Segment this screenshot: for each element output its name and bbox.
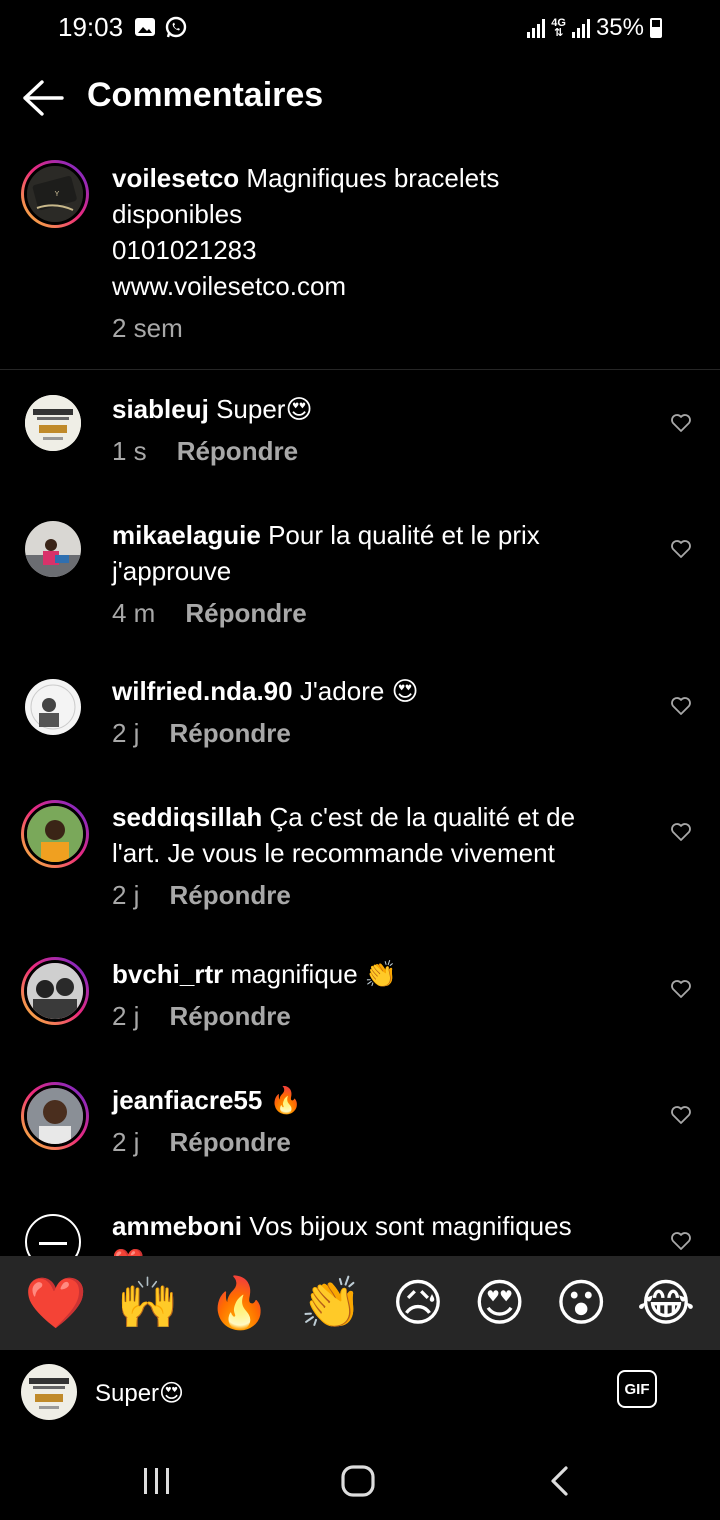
avatar[interactable] (25, 679, 81, 735)
status-notification-icons (134, 16, 187, 38)
comment-clip: ammeboni Vos bijoux sont magnifiques ❤️ (0, 1200, 720, 1256)
heart-icon[interactable] (670, 413, 692, 433)
caption-time: 2 sem (112, 313, 183, 343)
emoji-bar: ❤️ 🙌 🔥 👏 😥 😍 😮 😂 (0, 1256, 720, 1349)
comment-username[interactable]: siableuj (112, 394, 209, 424)
page-title: Commentaires (87, 76, 324, 114)
caption-line: Magnifiques bracelets (246, 163, 500, 193)
comment-time: 1 s (112, 436, 147, 466)
comment: mikaelaguie Pour la qualité et le prix j… (112, 517, 652, 631)
svg-text:Y: Y (55, 191, 60, 198)
battery-icon (650, 18, 662, 38)
arrow-left-icon (23, 80, 64, 116)
status-time: 19:03 (58, 12, 124, 42)
caption-line: disponibles (112, 199, 243, 229)
comment-text-continued: j'approuve (112, 556, 232, 586)
comment-time: 2 j (112, 1001, 140, 1031)
composer-avatar (21, 1364, 77, 1420)
reply-button[interactable]: Répondre (169, 715, 290, 751)
comment-username[interactable]: jeanfiacre55 (112, 1085, 262, 1115)
divider (0, 369, 720, 370)
comment-text: 🔥 (269, 1085, 302, 1115)
emoji-surprised[interactable]: 😮 (555, 1275, 607, 1331)
comment: wilfried.nda.90 J'adore 😍 2 j Répondre (112, 673, 652, 751)
heart-icon[interactable] (670, 979, 692, 999)
comment-time: 4 m (112, 598, 156, 628)
comment-text: Super😍 (216, 394, 313, 424)
whatsapp-icon (164, 16, 187, 38)
heart-icon[interactable] (670, 1231, 692, 1251)
comment-username[interactable]: bvchi_rtr (112, 959, 223, 989)
comment-text: Ça c'est de la qualité et de (269, 802, 576, 832)
battery-percent: 35% (595, 14, 644, 41)
caption-link[interactable]: www.voilesetco.com (112, 268, 672, 304)
comment-text: Vos bijoux sont magnifiques (249, 1211, 572, 1241)
signal-icon-2 (571, 18, 590, 38)
heart-icon[interactable] (670, 1105, 692, 1125)
comment-text-continued: ❤️ (112, 1244, 652, 1256)
comment-input[interactable]: Super😍 (95, 1379, 184, 1408)
caption-block: voilesetco Magnifiques bracelets disponi… (112, 160, 672, 346)
comment: ammeboni Vos bijoux sont magnifiques ❤️ (112, 1208, 652, 1256)
comment-username[interactable]: ammeboni (112, 1211, 242, 1241)
heart-icon[interactable] (670, 696, 692, 716)
network-type: 4G ⇅ (551, 17, 566, 39)
back-nav-icon[interactable] (548, 1465, 572, 1497)
emoji-sad[interactable]: 😥 (392, 1275, 444, 1331)
system-nav-bar (0, 1437, 720, 1520)
comment: bvchi_rtr magnifique 👏 2 j Répondre (112, 956, 652, 1034)
emoji-raising-hands[interactable]: 🙌 (117, 1275, 179, 1331)
avatar[interactable] (21, 800, 89, 868)
emoji-laughing[interactable]: 😂 (637, 1275, 695, 1331)
signal-icon (527, 18, 546, 38)
comment-time: 2 j (112, 880, 140, 910)
comment-time: 2 j (112, 1127, 140, 1157)
avatar[interactable] (25, 1214, 81, 1256)
avatar[interactable] (25, 395, 81, 451)
comment: seddiqsillah Ça c'est de la qualité et d… (112, 799, 652, 913)
status-right-group: 4G ⇅ 35% (527, 14, 662, 42)
emoji-heart-eyes[interactable]: 😍 (474, 1275, 526, 1331)
recent-apps-icon[interactable] (142, 1467, 172, 1495)
comment-username[interactable]: mikaelaguie (112, 520, 261, 550)
emoji-clap[interactable]: 👏 (300, 1275, 362, 1331)
emoji-heart[interactable]: ❤️ (25, 1275, 87, 1331)
caption-username[interactable]: voilesetco (112, 163, 239, 193)
reply-button[interactable]: Répondre (169, 877, 290, 913)
comment-time: 2 j (112, 718, 140, 748)
reply-button[interactable]: Répondre (169, 998, 290, 1034)
comment-text: J'adore 😍 (299, 676, 419, 706)
heart-icon[interactable] (670, 822, 692, 842)
caption-line: 0101021283 (112, 235, 257, 265)
avatar[interactable] (21, 957, 89, 1025)
reply-button[interactable]: Répondre (185, 595, 306, 631)
caption-avatar[interactable]: Y (21, 160, 89, 228)
avatar[interactable] (21, 1082, 89, 1150)
emoji-fire[interactable]: 🔥 (208, 1275, 270, 1331)
reply-button[interactable]: Répondre (177, 433, 298, 469)
heart-icon[interactable] (670, 539, 692, 559)
back-button[interactable] (20, 78, 66, 118)
comment-text: Pour la qualité et le prix (268, 520, 540, 550)
gif-button[interactable]: GIF (617, 1370, 657, 1408)
comment-text-continued: l'art. Je vous le recommande vivement (112, 838, 555, 868)
avatar[interactable] (25, 521, 81, 577)
home-icon[interactable] (341, 1465, 375, 1497)
comment-username[interactable]: seddiqsillah (112, 802, 262, 832)
comment: siableuj Super😍 1 s Répondre (112, 391, 652, 469)
comment-username[interactable]: wilfried.nda.90 (112, 676, 293, 706)
comment-text: magnifique 👏 (230, 959, 398, 989)
reply-button[interactable]: Répondre (169, 1124, 290, 1160)
gallery-icon (134, 16, 156, 38)
comment: jeanfiacre55 🔥 2 j Répondre (112, 1082, 652, 1160)
